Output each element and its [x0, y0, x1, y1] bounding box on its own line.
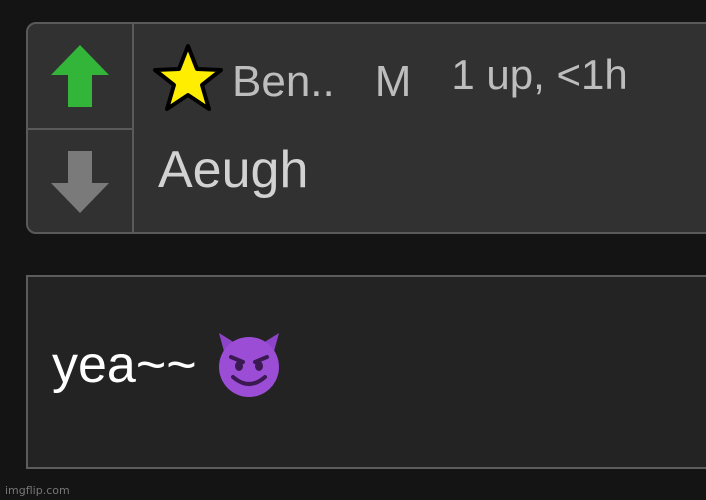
downvote-button[interactable]: [28, 130, 132, 234]
star-icon: [153, 44, 223, 111]
up-arrow-icon: [51, 45, 109, 107]
vote-info: 1 up, <1h: [451, 51, 628, 98]
username-link[interactable]: Ben..: [232, 57, 335, 107]
role-badge: M: [374, 57, 412, 106]
reply-text: yea~~: [52, 336, 197, 394]
watermark: imgflip.com: [5, 484, 70, 497]
smiling-devil-icon: [218, 333, 279, 397]
vote-column: [28, 24, 134, 232]
comment-card: Ben.. M 1 up, <1h Aeugh: [26, 22, 706, 234]
comment-meta: Ben.. M 1 up, <1h: [152, 38, 628, 118]
comment-body: Ben.. M 1 up, <1h Aeugh: [134, 24, 706, 232]
reply-content: yea~~: [52, 329, 287, 401]
down-arrow-icon: [51, 151, 109, 213]
upvote-button[interactable]: [28, 24, 132, 130]
comment-text: Aeugh: [158, 141, 309, 199]
reply-input[interactable]: yea~~: [26, 275, 706, 469]
